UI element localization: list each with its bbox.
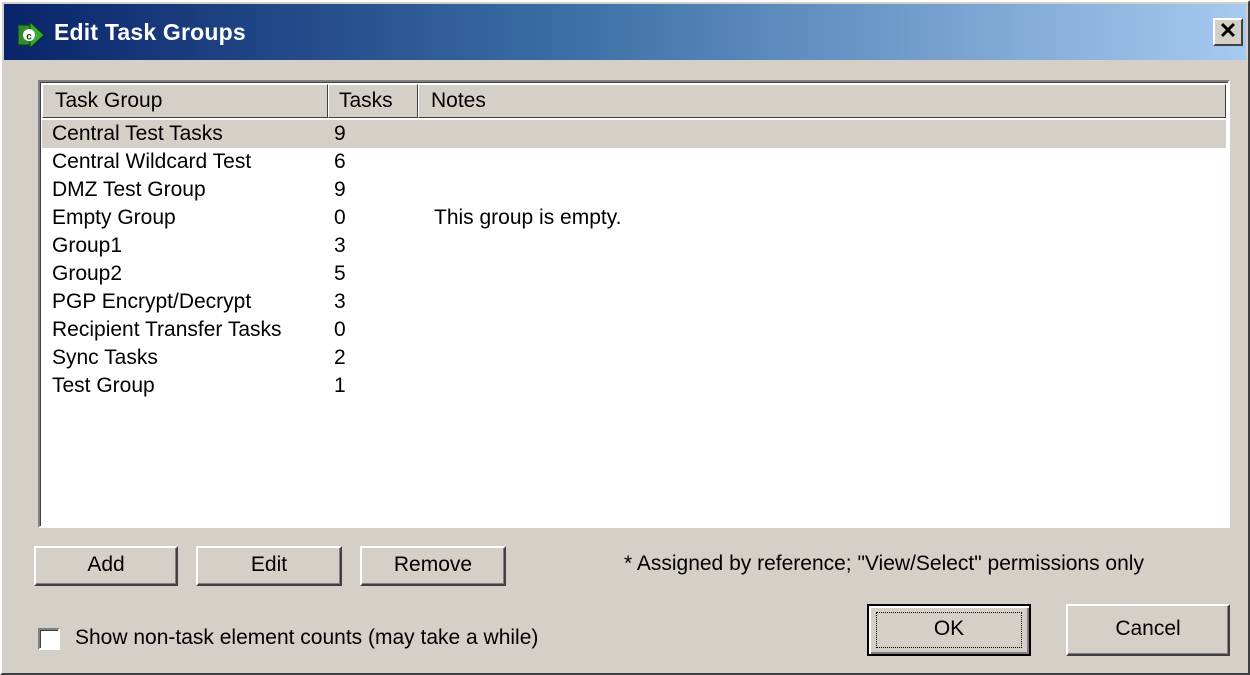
column-header-notes[interactable]: Notes (418, 84, 1226, 118)
tasks-cell: 9 (334, 122, 346, 145)
task-group-cell: DMZ Test Group (52, 178, 206, 201)
show-counts-checkbox[interactable] (38, 628, 60, 650)
tasks-cell: 0 (334, 318, 346, 341)
add-button[interactable]: Add (34, 546, 178, 586)
table-row[interactable]: Recipient Transfer Tasks 0 (42, 316, 1226, 344)
window-title: Edit Task Groups (54, 19, 246, 45)
edit-button[interactable]: Edit (196, 546, 342, 586)
task-group-cell: Central Wildcard Test (52, 150, 252, 173)
list-header: Task Group Tasks Notes (42, 84, 1226, 118)
show-counts-label: Show non-task element counts (may take a… (75, 626, 539, 649)
table-row[interactable]: Sync Tasks 2 (42, 344, 1226, 372)
tasks-cell: 3 (334, 290, 346, 313)
app-icon: c (18, 22, 44, 48)
column-header-tasks[interactable]: Tasks (328, 84, 418, 118)
table-row[interactable]: Central Wildcard Test 6 (42, 148, 1226, 176)
task-group-list[interactable]: Task Group Tasks Notes Central Test Task… (38, 80, 1230, 528)
table-row[interactable]: Test Group 1 (42, 372, 1226, 400)
table-row[interactable]: DMZ Test Group 9 (42, 176, 1226, 204)
ok-button[interactable]: OK (867, 604, 1031, 656)
focus-rectangle (876, 612, 1022, 648)
tasks-cell: 5 (334, 262, 346, 285)
task-group-cell: Recipient Transfer Tasks (52, 318, 282, 341)
table-row[interactable]: Group2 5 (42, 260, 1226, 288)
tasks-cell: 1 (334, 374, 346, 397)
tasks-cell: 2 (334, 346, 346, 369)
task-group-cell: Group2 (52, 262, 123, 285)
table-row[interactable]: Empty Group 0 This group is empty. (42, 204, 1226, 232)
table-row[interactable]: Central Test Tasks 9 (42, 120, 1226, 148)
tasks-cell: 3 (334, 234, 346, 257)
tasks-cell: 6 (334, 150, 346, 173)
cancel-button[interactable]: Cancel (1066, 604, 1230, 656)
title-bar: c Edit Task Groups ✕ (4, 4, 1246, 60)
task-group-cell: Central Test Tasks (52, 122, 223, 145)
svg-text:c: c (26, 32, 32, 43)
column-header-task-group[interactable]: Task Group (42, 84, 328, 118)
task-group-cell: PGP Encrypt/Decrypt (52, 290, 252, 313)
remove-button[interactable]: Remove (360, 546, 506, 586)
edit-task-groups-dialog: c Edit Task Groups ✕ Task Group Tasks No… (0, 0, 1250, 675)
task-group-cell: Group1 (52, 234, 123, 257)
table-row[interactable]: Group1 3 (42, 232, 1226, 260)
tasks-cell: 9 (334, 178, 346, 201)
task-group-cell: Sync Tasks (52, 346, 158, 369)
tasks-cell: 0 (334, 206, 346, 229)
permissions-note: * Assigned by reference; "View/Select" p… (624, 552, 1144, 575)
notes-cell: This group is empty. (434, 206, 622, 229)
task-group-cell: Test Group (52, 374, 155, 397)
task-group-cell: Empty Group (52, 206, 176, 229)
close-icon[interactable]: ✕ (1213, 18, 1243, 46)
table-row[interactable]: PGP Encrypt/Decrypt 3 (42, 288, 1226, 316)
